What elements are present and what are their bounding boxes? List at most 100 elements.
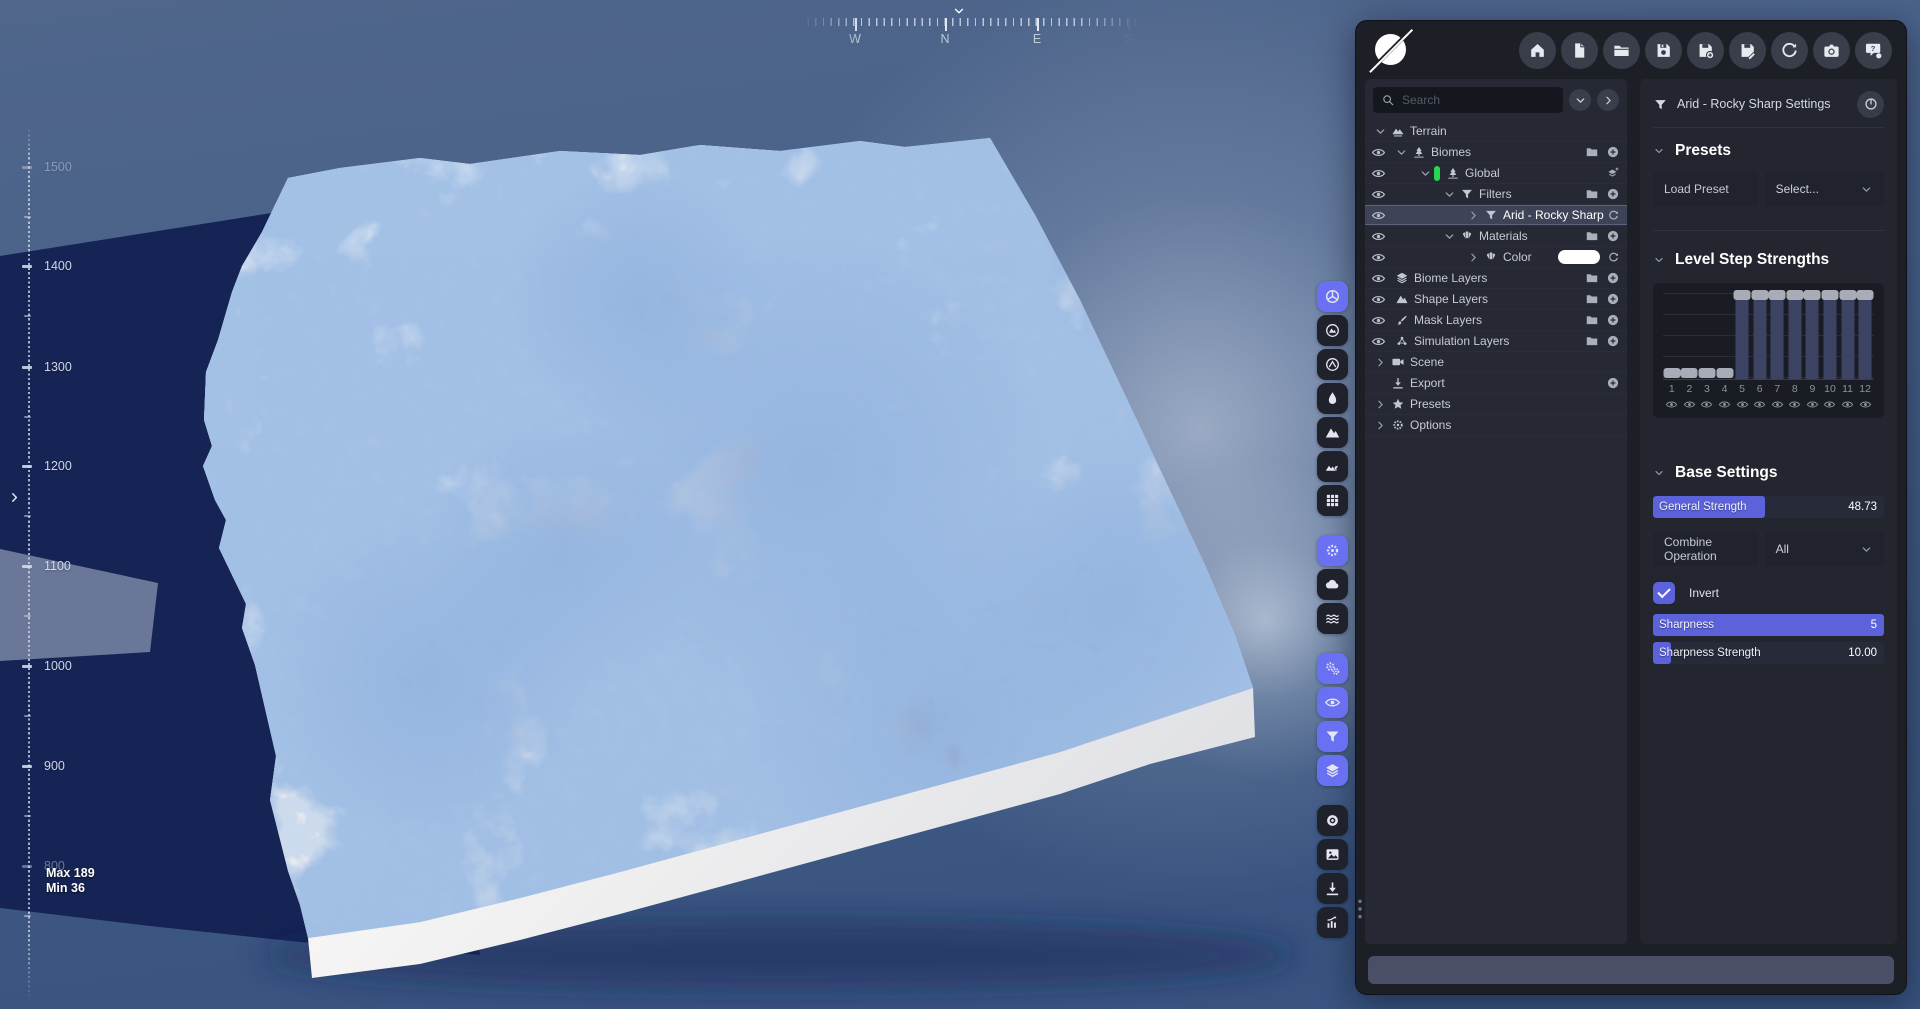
new-project-button[interactable] <box>1561 31 1598 69</box>
step-slider-handle[interactable] <box>1680 368 1698 378</box>
level-step-slider-2[interactable] <box>1680 293 1699 379</box>
tree-row-simulation-layers[interactable]: Simulation Layers <box>1365 331 1627 352</box>
visibility-eye-icon[interactable] <box>1365 271 1391 286</box>
add-button[interactable] <box>1606 187 1620 201</box>
preset-select-dropdown[interactable]: Select... <box>1764 172 1884 206</box>
filters-toggle-button[interactable] <box>1317 721 1348 752</box>
search-input[interactable]: Search <box>1373 87 1563 113</box>
tree-row-presets[interactable]: Presets <box>1365 394 1627 415</box>
auto-process-button[interactable] <box>1317 653 1348 684</box>
level-step-slider-6[interactable] <box>1751 290 1769 379</box>
level-step-slider-5[interactable] <box>1733 290 1751 379</box>
world-settings-button[interactable] <box>1317 535 1348 566</box>
grid-display-button[interactable] <box>1317 485 1348 516</box>
tree-row-terrain[interactable]: Terrain <box>1365 121 1627 142</box>
tree-row-options[interactable]: Options <box>1365 415 1627 436</box>
step-eye-button[interactable] <box>1751 398 1769 411</box>
tree-row-export[interactable]: Export <box>1365 373 1627 394</box>
base-settings-section-header[interactable]: Base Settings <box>1653 464 1884 482</box>
sharpness-slider[interactable]: Sharpness 5 <box>1653 614 1884 636</box>
refresh-button[interactable] <box>1607 251 1620 264</box>
level-step-slider-8[interactable] <box>1786 290 1804 379</box>
folder-button[interactable] <box>1585 271 1599 285</box>
panel-drag-handle[interactable] <box>1347 896 1373 922</box>
tree-row-arid-rocky-sharp[interactable]: Arid - Rocky Sharp <box>1365 205 1627 226</box>
folder-button[interactable] <box>1585 187 1599 201</box>
sharpness-strength-slider[interactable]: Sharpness Strength 10.00 <box>1653 642 1884 664</box>
chevron-right-icon[interactable] <box>1465 251 1482 264</box>
level-steps-section-header[interactable]: Level Step Strengths <box>1653 251 1884 269</box>
save-button[interactable] <box>1645 31 1682 69</box>
power-toggle-button[interactable] <box>1857 90 1884 118</box>
statistics-button[interactable] <box>1317 907 1348 938</box>
add-button[interactable] <box>1606 376 1620 390</box>
tree-row-biomes[interactable]: Biomes <box>1365 142 1627 163</box>
visibility-eye-icon[interactable] <box>1365 187 1391 202</box>
step-eye-button[interactable] <box>1768 398 1786 411</box>
level-step-slider-10[interactable] <box>1821 290 1839 379</box>
add-button[interactable] <box>1606 334 1620 348</box>
chevron-down-icon[interactable] <box>1441 188 1458 201</box>
screenshot-button[interactable] <box>1813 31 1850 69</box>
render-view-button[interactable] <box>1317 281 1348 312</box>
chevron-down-icon[interactable] <box>1417 167 1434 180</box>
step-slider-handle[interactable] <box>1786 290 1804 300</box>
step-slider-handle[interactable] <box>1768 290 1786 300</box>
step-slider-handle[interactable] <box>1821 290 1839 300</box>
water-overlay-button[interactable] <box>1317 603 1348 634</box>
tree-row-global[interactable]: Global <box>1365 163 1627 184</box>
step-eye-button[interactable] <box>1786 398 1804 411</box>
export-download-button[interactable] <box>1317 873 1348 904</box>
add-button[interactable] <box>1606 271 1620 285</box>
chevron-right-icon[interactable] <box>1372 419 1389 432</box>
level-step-slider-7[interactable] <box>1768 290 1786 379</box>
level-step-slider-1[interactable] <box>1663 293 1681 379</box>
tree-row-materials[interactable]: Materials <box>1365 226 1627 247</box>
visibility-eye-icon[interactable] <box>1365 208 1391 223</box>
tree-row-filters[interactable]: Filters <box>1365 184 1627 205</box>
step-eye-button[interactable] <box>1839 398 1857 411</box>
level-step-slider-12[interactable] <box>1856 290 1874 379</box>
step-slider-handle[interactable] <box>1716 368 1734 378</box>
step-slider-handle[interactable] <box>1839 290 1857 300</box>
color-swatch[interactable] <box>1558 250 1600 264</box>
chevron-right-icon[interactable] <box>1465 209 1482 222</box>
step-slider-handle[interactable] <box>1803 290 1821 300</box>
step-eye-button[interactable] <box>1698 398 1716 411</box>
level-step-slider-4[interactable] <box>1716 293 1734 379</box>
tree-row-biome-layers[interactable]: Biome Layers <box>1365 268 1627 289</box>
presets-section-header[interactable]: Presets <box>1653 142 1884 160</box>
save-edit-button[interactable] <box>1729 31 1766 69</box>
step-slider-handle[interactable] <box>1733 290 1751 300</box>
chevron-right-icon[interactable] <box>1372 398 1389 411</box>
collapse-all-button[interactable] <box>1569 89 1591 111</box>
left-panel-expander-icon[interactable] <box>7 490 22 505</box>
visibility-eye-icon[interactable] <box>1365 292 1391 307</box>
folder-button[interactable] <box>1585 229 1599 243</box>
step-eye-button[interactable] <box>1716 398 1734 411</box>
step-slider-handle[interactable] <box>1751 290 1769 300</box>
clouds-overlay-button[interactable] <box>1317 569 1348 600</box>
chevron-down-icon[interactable] <box>1372 125 1389 138</box>
add-button[interactable] <box>1606 313 1620 327</box>
step-slider-handle[interactable] <box>1663 368 1681 378</box>
peak-view-button[interactable] <box>1317 349 1348 380</box>
level-step-slider-11[interactable] <box>1839 290 1857 379</box>
refresh-button[interactable] <box>1607 209 1620 222</box>
compass-strip[interactable]: WNES <box>800 4 1140 50</box>
layers-toggle-button[interactable] <box>1317 755 1348 786</box>
add-button[interactable] <box>1606 145 1620 159</box>
expand-all-button[interactable] <box>1597 89 1619 111</box>
chevron-right-icon[interactable] <box>1372 356 1389 369</box>
visibility-eye-icon[interactable] <box>1365 250 1391 265</box>
add-button[interactable] <box>1606 292 1620 306</box>
water-drop-button[interactable] <box>1317 383 1348 414</box>
visibility-eye-icon[interactable] <box>1365 313 1391 328</box>
step-eye-button[interactable] <box>1663 398 1681 411</box>
record-button[interactable] <box>1317 805 1348 836</box>
invert-checkbox[interactable] <box>1653 582 1675 604</box>
folder-button[interactable] <box>1585 292 1599 306</box>
chevron-down-icon[interactable] <box>1393 146 1410 159</box>
folder-button[interactable] <box>1585 334 1599 348</box>
tree-row-mask-layers[interactable]: Mask Layers <box>1365 310 1627 331</box>
